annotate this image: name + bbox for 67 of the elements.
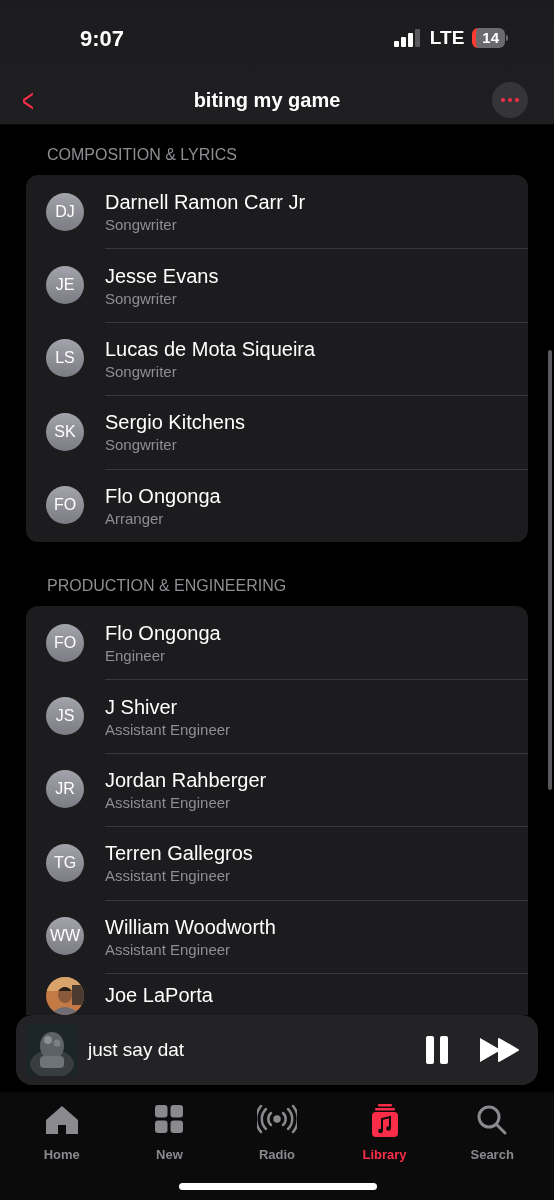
initials-avatar: SK	[46, 412, 84, 451]
credit-row[interactable]: JR Jordan Rahberger Assistant Engineer	[26, 752, 528, 827]
battery-indicator: 14	[472, 28, 505, 48]
person-role: Songwriter	[105, 435, 178, 456]
tab[interactable]: Search	[452, 1104, 533, 1164]
credit-row[interactable]: FO Flo Ongonga Arranger	[26, 468, 528, 542]
initials-avatar: JS	[46, 697, 84, 736]
section-header: PRODUCTION & ENGINEERING	[46, 575, 288, 596]
person-name: Darnell Ramon Carr Jr	[105, 189, 307, 215]
credit-row[interactable]: FO Flo Ongonga Engineer	[26, 605, 528, 680]
person-name: Joe LaPorta	[105, 982, 214, 1008]
credit-row[interactable]: TG Terren Gallegros Assistant Engineer	[26, 826, 528, 900]
person-name: Jesse Evans	[105, 263, 220, 289]
broadcast-icon	[257, 1104, 297, 1134]
credit-row[interactable]: JE Jesse Evans Songwriter	[26, 248, 528, 322]
person-role: Assistant Engineer	[105, 719, 232, 740]
person-role: Engineer	[105, 645, 167, 666]
status-time: 9:07	[80, 24, 125, 53]
signal-icon	[393, 29, 422, 47]
home-icon	[43, 1104, 80, 1136]
back-button[interactable]: <	[19, 83, 37, 117]
initials-avatar: DJ	[46, 192, 84, 231]
person-role: Songwriter	[105, 361, 178, 382]
mini-player[interactable]: just say dat	[16, 1015, 538, 1085]
person-name: Terren Gallegros	[105, 841, 254, 867]
network-label: LTE	[429, 25, 465, 50]
person-role: Songwriter	[105, 288, 178, 309]
grid-icon	[154, 1104, 185, 1134]
person-name: Lucas de Mota Siqueira	[105, 336, 317, 362]
tab[interactable]: Library	[344, 1104, 425, 1164]
section-header: COMPOSITION & LYRICS	[46, 145, 238, 165]
credit-row[interactable]: JS J Shiver Assistant Engineer	[26, 679, 528, 753]
credit-row[interactable]: SK Sergio Kitchens Songwriter	[26, 395, 528, 469]
person-name: J Shiver	[105, 694, 179, 720]
fast-forward-icon	[480, 1038, 520, 1062]
person-name: William Woodworth	[105, 914, 277, 940]
credit-row[interactable]: DJ Darnell Ramon Carr Jr Songwriter	[26, 175, 528, 249]
initials-avatar: FO	[46, 623, 84, 662]
page-title: biting my game	[193, 88, 341, 113]
person-role: Songwriter	[105, 214, 178, 235]
person-role: Assistant Engineer	[105, 939, 232, 960]
credit-row[interactable]: LS Lucas de Mota Siqueira Songwriter	[26, 321, 528, 396]
initials-avatar: FO	[46, 486, 84, 525]
person-role: Assistant Engineer	[105, 866, 232, 887]
person-name: Flo Ongonga	[105, 483, 222, 509]
more-icon	[501, 98, 519, 102]
music-library-icon	[370, 1104, 399, 1138]
person-role: Arranger	[105, 508, 165, 529]
credit-row[interactable]: WW William Woodworth Assistant Engineer	[26, 899, 528, 973]
pause-icon	[426, 1036, 448, 1064]
credit-row[interactable]: Joe LaPorta	[26, 972, 528, 1015]
initials-avatar: TG	[46, 843, 84, 882]
search-icon	[476, 1104, 509, 1136]
track-title: just say dat	[88, 1037, 186, 1062]
initials-avatar: WW	[46, 917, 84, 956]
initials-avatar: JR	[46, 770, 84, 809]
person-role: Assistant Engineer	[105, 792, 232, 813]
tab[interactable]: Radio	[237, 1104, 317, 1164]
more-button[interactable]	[492, 82, 528, 118]
person-name: Sergio Kitchens	[105, 410, 247, 436]
initials-avatar: JE	[46, 266, 84, 305]
skip-forward-button[interactable]	[480, 1035, 520, 1065]
person-name: Jordan Rahberger	[105, 767, 268, 793]
tab[interactable]: Home	[21, 1104, 102, 1164]
initials-avatar: LS	[46, 339, 84, 378]
tab[interactable]: New	[129, 1104, 210, 1164]
person-name: Flo Ongonga	[105, 620, 222, 646]
